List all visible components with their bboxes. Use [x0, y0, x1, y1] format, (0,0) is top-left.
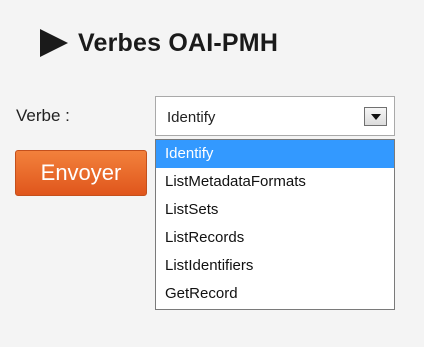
option-getrecord[interactable]: GetRecord: [156, 280, 394, 308]
section-heading: Verbes OAI-PMH: [40, 26, 278, 60]
option-listrecords[interactable]: ListRecords: [156, 224, 394, 252]
page-title: Verbes OAI-PMH: [78, 28, 279, 57]
play-triangle-icon: [40, 29, 68, 57]
option-identify[interactable]: Identify: [156, 140, 394, 168]
verb-select-value: Identify: [167, 109, 216, 126]
option-listidentifiers[interactable]: ListIdentifiers: [156, 252, 394, 280]
verb-select[interactable]: Identify: [155, 96, 395, 136]
verb-label: Verbe :: [16, 106, 70, 125]
option-listmetadataformats[interactable]: ListMetadataFormats: [156, 168, 394, 196]
chevron-down-icon: [370, 113, 381, 120]
oai-pmh-panel: Verbes OAI-PMH Verbe : Identify Envoyer …: [0, 0, 424, 347]
submit-button[interactable]: Envoyer: [15, 150, 147, 196]
option-listsets[interactable]: ListSets: [156, 196, 394, 224]
verb-dropdown-list: Identify ListMetadataFormats ListSets Li…: [155, 139, 395, 310]
dropdown-arrow-button[interactable]: [364, 107, 387, 126]
